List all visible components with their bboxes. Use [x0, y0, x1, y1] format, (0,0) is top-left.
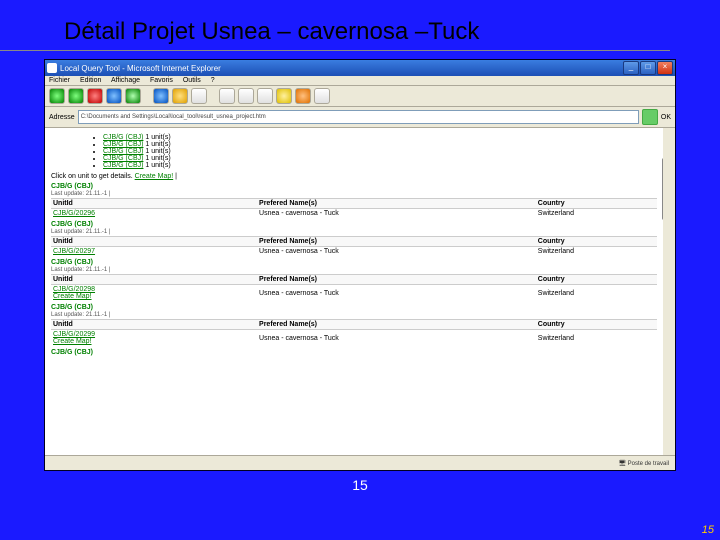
unit-summary-list: CJB/G (CBJ) 1 unit(s) CJB/G (CBJ) 1 unit… [63, 134, 657, 169]
record-table: UnitIdPrefered Name(s)CountryCJB/G/20299… [51, 319, 657, 346]
record-table: UnitIdPrefered Name(s)CountryCJB/G/20296… [51, 198, 657, 218]
extra-icon[interactable] [314, 88, 330, 104]
edit-icon[interactable] [257, 88, 273, 104]
create-map-link[interactable]: Create Map! [53, 338, 92, 345]
create-map-link[interactable]: Create Map! [135, 173, 174, 180]
unitid-link[interactable]: CJB/G/20297 [53, 248, 95, 255]
list-item: CJB/G (CBJ) 1 unit(s) [103, 134, 657, 141]
minimize-button[interactable]: _ [623, 61, 639, 75]
section-header: CJB/G (CBJ) [51, 349, 657, 356]
col-country: Country [536, 237, 657, 247]
col-country: Country [536, 275, 657, 285]
unitid-link[interactable]: CJB/G/20296 [53, 210, 95, 217]
table-row: CJB/G/20296 Usnea - cavernosa - TuckSwitz… [51, 209, 657, 219]
section-header: CJB/G (CBJ) [51, 304, 657, 311]
statusbar: 🖥 Poste de travail [45, 455, 675, 470]
go-button[interactable] [642, 109, 658, 125]
create-map-link[interactable]: Create Map! [53, 293, 92, 300]
refresh-icon[interactable] [106, 88, 122, 104]
menu-favorites[interactable]: Favoris [150, 77, 173, 84]
col-prefname: Prefered Name(s) [257, 237, 536, 247]
menu-edit[interactable]: Edition [80, 77, 101, 84]
table-row: CJB/G/20299Create Map! Usnea - cavernosa … [51, 330, 657, 347]
last-update: Last update: 21.11.-1 | [51, 229, 657, 235]
prefname-cell: Usnea - cavernosa - Tuck [257, 209, 536, 219]
col-prefname: Prefered Name(s) [257, 275, 536, 285]
col-country: Country [536, 199, 657, 209]
record-table: UnitIdPrefered Name(s)CountryCJB/G/20298… [51, 274, 657, 301]
section-header: CJB/G (CBJ) [51, 259, 657, 266]
list-item: CJB/G (CBJ) 1 unit(s) [103, 141, 657, 148]
prefname-cell: Usnea - cavernosa - Tuck [257, 330, 536, 347]
messenger-icon[interactable] [295, 88, 311, 104]
window-title: Local Query Tool - Microsoft Internet Ex… [60, 64, 221, 73]
last-update: Last update: 21.11.-1 | [51, 267, 657, 273]
menu-tools[interactable]: Outils [183, 77, 201, 84]
titlebar: Local Query Tool - Microsoft Internet Ex… [45, 60, 675, 76]
slide-title: Détail Projet Usnea – cavernosa –Tuck [0, 0, 670, 51]
table-row: CJB/G/20297 Usnea - cavernosa - TuckSwitz… [51, 247, 657, 257]
unitid-link[interactable]: CJB/G/20298 [53, 286, 95, 293]
address-input[interactable]: C:\Documents and Settings\Local\local_to… [78, 110, 639, 124]
menu-file[interactable]: Fichier [49, 77, 70, 84]
status-zone: 🖥 Poste de travail [618, 460, 669, 467]
col-prefname: Prefered Name(s) [257, 199, 536, 209]
unit-link[interactable]: CJB/G (CBJ) [103, 148, 143, 155]
toolbar [45, 86, 675, 107]
search-icon[interactable] [153, 88, 169, 104]
menubar: Fichier Edition Affichage Favoris Outils… [45, 76, 675, 86]
country-cell: Switzerland [536, 330, 657, 347]
back-icon[interactable] [49, 88, 65, 104]
address-bar: Adresse C:\Documents and Settings\Local\… [45, 107, 675, 128]
prefname-cell: Usnea - cavernosa - Tuck [257, 285, 536, 302]
maximize-button[interactable]: □ [640, 61, 656, 75]
home-icon[interactable] [125, 88, 141, 104]
browser-window: Local Query Tool - Microsoft Internet Ex… [44, 59, 676, 471]
forward-icon[interactable] [68, 88, 84, 104]
list-item: CJB/G (CBJ) 1 unit(s) [103, 162, 657, 169]
last-update: Last update: 21.11.-1 | [51, 191, 657, 197]
country-cell: Switzerland [536, 209, 657, 219]
ie-icon [47, 63, 57, 73]
last-update: Last update: 21.11.-1 | [51, 312, 657, 318]
col-unitid: UnitId [51, 275, 257, 285]
page-content: CJB/G (CBJ) 1 unit(s) CJB/G (CBJ) 1 unit… [45, 128, 675, 455]
section-header: CJB/G (CBJ) [51, 183, 657, 190]
country-cell: Switzerland [536, 285, 657, 302]
list-item: CJB/G (CBJ) 1 unit(s) [103, 155, 657, 162]
col-unitid: UnitId [51, 237, 257, 247]
print-icon[interactable] [238, 88, 254, 104]
col-unitid: UnitId [51, 320, 257, 330]
country-cell: Switzerland [536, 247, 657, 257]
click-hint: Click on unit to get details. Create Map… [51, 173, 657, 180]
stop-icon[interactable] [87, 88, 103, 104]
unitid-link[interactable]: CJB/G/20299 [53, 331, 95, 338]
col-country: Country [536, 320, 657, 330]
table-row: CJB/G/20298Create Map! Usnea - cavernosa … [51, 285, 657, 302]
col-prefname: Prefered Name(s) [257, 320, 536, 330]
menu-view[interactable]: Affichage [111, 77, 140, 84]
prefname-cell: Usnea - cavernosa - Tuck [257, 247, 536, 257]
scrollbar-thumb[interactable] [662, 158, 674, 220]
discuss-icon[interactable] [276, 88, 292, 104]
unit-link[interactable]: CJB/G (CBJ) [103, 141, 143, 148]
list-item: CJB/G (CBJ) 1 unit(s) [103, 148, 657, 155]
go-label: OK [661, 114, 671, 121]
unit-link[interactable]: CJB/G (CBJ) [103, 134, 143, 141]
slide-number-corner: 15 [702, 524, 714, 536]
slide-number-center: 15 [0, 477, 720, 493]
close-button[interactable]: × [657, 61, 673, 75]
address-label: Adresse [49, 114, 75, 121]
unit-link[interactable]: CJB/G (CBJ) [103, 155, 143, 162]
mail-icon[interactable] [219, 88, 235, 104]
menu-help[interactable]: ? [211, 77, 215, 84]
record-table: UnitIdPrefered Name(s)CountryCJB/G/20297… [51, 236, 657, 256]
col-unitid: UnitId [51, 199, 257, 209]
unit-link[interactable]: CJB/G (CBJ) [103, 162, 143, 169]
history-icon[interactable] [191, 88, 207, 104]
section-header: CJB/G (CBJ) [51, 221, 657, 228]
favorites-icon[interactable] [172, 88, 188, 104]
